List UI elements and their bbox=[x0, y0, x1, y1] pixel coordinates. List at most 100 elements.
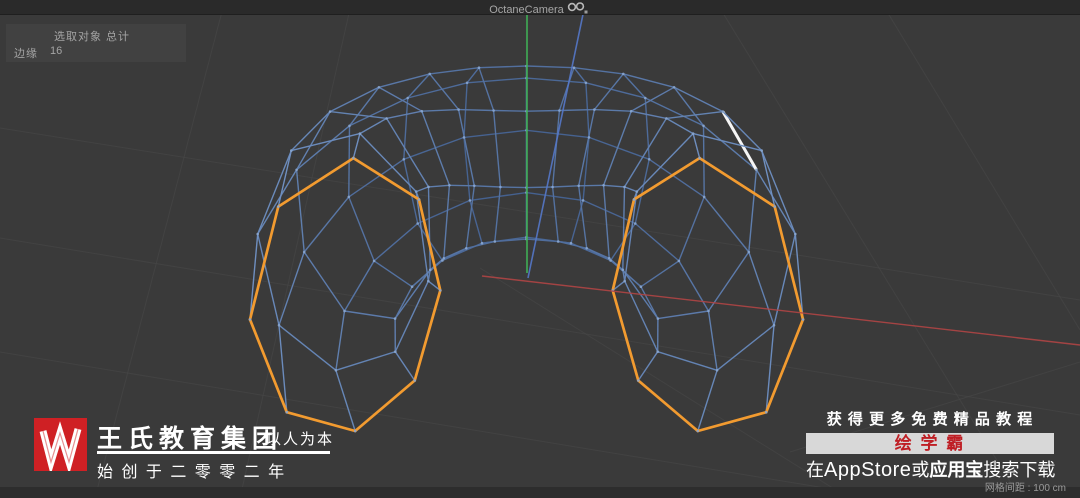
camera-name-label[interactable]: OctaneCamera bbox=[489, 4, 564, 16]
mesh-edge bbox=[630, 86, 675, 112]
mesh-vertex bbox=[702, 124, 705, 128]
mesh-edge bbox=[526, 191, 584, 202]
mesh-edge bbox=[673, 86, 705, 127]
mesh-edge bbox=[329, 86, 380, 113]
mesh-edge bbox=[637, 351, 659, 381]
mesh-vertex bbox=[609, 259, 612, 262]
mesh-edge bbox=[478, 67, 495, 111]
mesh-edge bbox=[707, 310, 718, 371]
mesh-edge bbox=[640, 260, 680, 288]
bottom-strip bbox=[0, 487, 1080, 498]
mesh-vertex bbox=[427, 279, 430, 283]
mesh-vertex bbox=[747, 250, 751, 254]
mesh-vertex bbox=[760, 149, 763, 152]
mesh-vertex bbox=[698, 156, 701, 160]
mesh-vertex bbox=[457, 108, 460, 111]
mesh-edge bbox=[403, 136, 465, 160]
mesh-edge bbox=[378, 73, 430, 88]
mesh-edge bbox=[552, 185, 579, 188]
mesh-edge bbox=[582, 199, 636, 225]
selected-edge-loop bbox=[611, 289, 640, 382]
mesh-edge bbox=[602, 185, 610, 259]
camera-label-wrap: OctaneCamera bbox=[0, 0, 1080, 20]
mesh-edge bbox=[494, 186, 502, 242]
mesh-edge bbox=[278, 324, 337, 371]
mesh-vertex bbox=[442, 257, 446, 260]
mesh-vertex bbox=[410, 285, 414, 289]
mesh-vertex bbox=[647, 158, 651, 161]
mesh-edge bbox=[359, 117, 387, 135]
mesh-edge bbox=[474, 185, 501, 188]
mesh-vertex bbox=[416, 222, 420, 225]
mesh-vertex bbox=[353, 429, 357, 433]
mesh-edge bbox=[666, 117, 694, 135]
camera-icon[interactable] bbox=[567, 2, 591, 20]
mesh-vertex bbox=[623, 279, 626, 283]
mesh-edge bbox=[586, 247, 610, 259]
selection-info-panel: 选取对象 总计 边缘 16 bbox=[6, 24, 186, 62]
mesh-vertex bbox=[581, 199, 585, 202]
mesh-edge bbox=[623, 73, 675, 88]
selected-edge-loop bbox=[632, 156, 701, 201]
mesh-edge bbox=[578, 184, 604, 187]
mesh-vertex bbox=[492, 109, 495, 112]
mesh-edge bbox=[343, 260, 375, 312]
mesh-edge bbox=[602, 110, 632, 186]
mesh-edge bbox=[378, 86, 423, 112]
mesh-edge bbox=[640, 286, 659, 319]
mesh-edge bbox=[457, 109, 475, 186]
mesh-vertex bbox=[439, 289, 442, 292]
mesh-vertex bbox=[772, 323, 776, 327]
mesh-vertex bbox=[639, 285, 643, 289]
mesh-edge bbox=[348, 196, 375, 262]
mesh-edge bbox=[500, 186, 527, 189]
download-prefix: 在 bbox=[806, 460, 824, 480]
viewport[interactable]: 透视视图 OctaneCamera 选取对象 总计 边缘 16 网格间距 : 1… bbox=[0, 0, 1080, 498]
mesh-edge bbox=[421, 110, 451, 186]
mesh-edge bbox=[692, 133, 701, 159]
download-mid: 或 bbox=[911, 460, 930, 480]
mesh-vertex bbox=[377, 86, 381, 89]
mesh-edge bbox=[559, 108, 595, 112]
mesh-edge bbox=[466, 67, 480, 84]
mesh-edge bbox=[394, 286, 413, 319]
mesh-vertex bbox=[256, 232, 260, 236]
mesh-vertex bbox=[672, 86, 676, 89]
yingyongbao-text: 应用宝 bbox=[929, 460, 984, 480]
mesh-edge bbox=[551, 110, 561, 188]
mesh-vertex bbox=[569, 241, 573, 245]
mesh-edge bbox=[407, 82, 468, 99]
mesh-edge bbox=[466, 240, 495, 249]
mesh-vertex bbox=[634, 222, 637, 225]
mesh-vertex bbox=[764, 410, 768, 414]
mesh-vertex bbox=[707, 309, 710, 313]
mesh-edge bbox=[335, 310, 346, 371]
mesh-vertex bbox=[773, 205, 776, 208]
mesh-edge bbox=[624, 186, 638, 193]
mesh-edge bbox=[335, 351, 396, 371]
mesh-vertex bbox=[352, 156, 355, 160]
mesh-edge bbox=[573, 67, 624, 75]
mesh-vertex bbox=[677, 259, 681, 263]
mesh-edge bbox=[443, 247, 467, 259]
mesh-edge bbox=[465, 185, 475, 249]
mesh-vertex bbox=[468, 199, 472, 202]
wangshi-logo bbox=[34, 418, 87, 476]
selected-edge-loop bbox=[248, 318, 289, 414]
mesh-vertex bbox=[248, 318, 252, 321]
mesh-edge bbox=[748, 169, 758, 253]
mesh-edge bbox=[551, 186, 559, 242]
mesh-vertex bbox=[622, 72, 625, 76]
mesh-edge bbox=[429, 67, 480, 75]
mesh-edge bbox=[648, 158, 705, 198]
mesh-edge bbox=[349, 97, 409, 127]
mesh-vertex bbox=[465, 247, 468, 250]
mesh-edge bbox=[449, 184, 475, 187]
selection-edge-label: 边缘 bbox=[14, 48, 38, 60]
mesh-edge bbox=[678, 260, 710, 312]
mesh-edge bbox=[558, 240, 587, 249]
mesh-edge bbox=[415, 186, 429, 193]
mesh-vertex bbox=[343, 309, 346, 313]
mesh-edge bbox=[697, 370, 718, 432]
mesh-edge bbox=[344, 310, 396, 320]
